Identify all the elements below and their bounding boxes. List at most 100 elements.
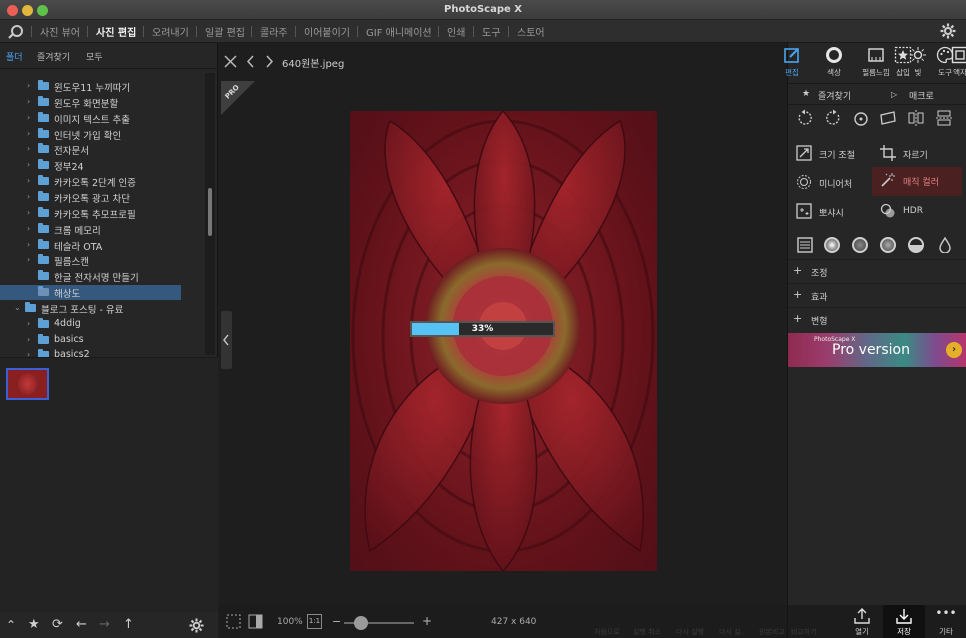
menu-photo-editor[interactable]: 사진 편집 xyxy=(96,24,136,39)
open-button[interactable]: 열기 xyxy=(844,608,880,637)
chevron-right-icon[interactable]: › xyxy=(27,335,30,344)
chevron-right-icon[interactable]: › xyxy=(27,176,30,185)
save-button[interactable]: 저장 xyxy=(886,608,922,637)
tab-film[interactable]: 필름느낌 xyxy=(861,46,891,78)
photoscape-logo-icon[interactable] xyxy=(8,24,24,39)
favorites-button[interactable]: 즐겨찾기 xyxy=(818,89,851,102)
miniature-button[interactable]: 미니어처 xyxy=(788,169,874,195)
macro-button[interactable]: 매크로 xyxy=(909,89,934,102)
chevron-up-icon[interactable]: ⌃ xyxy=(6,618,16,632)
menu-combine[interactable]: 이어붙이기 xyxy=(304,24,350,39)
tree-folder[interactable]: › 윈도우11 누끼따기 xyxy=(0,79,208,94)
marquee-icon[interactable] xyxy=(226,614,241,629)
tab-insert[interactable]: 삽입 xyxy=(888,46,918,78)
section-adjust[interactable]: + 조정 xyxy=(788,259,966,281)
tree-folder[interactable]: › 인터넷 가입 확인 xyxy=(0,127,208,142)
tree-folder[interactable]: › 테슬라 OTA xyxy=(0,238,208,253)
chevron-right-icon[interactable] xyxy=(265,55,274,68)
chevron-right-icon[interactable]: › xyxy=(27,113,30,122)
menu-collage[interactable]: 콜라주 xyxy=(260,24,288,39)
chevron-right-icon[interactable]: › xyxy=(27,81,30,90)
menu-store[interactable]: 스토어 xyxy=(517,24,545,39)
levels-icon[interactable] xyxy=(797,237,813,253)
section-transform[interactable]: + 변형 xyxy=(788,307,966,329)
zoom-slider-knob[interactable] xyxy=(354,616,368,630)
compare-button[interactable]: 비교하기 xyxy=(791,627,817,637)
flip-vertical-icon[interactable] xyxy=(935,109,953,127)
chevron-right-icon[interactable]: › xyxy=(27,144,30,153)
tree-folder[interactable]: › 카카오톡 추모프로필 xyxy=(0,206,208,221)
actual-size-button[interactable]: 1:1 xyxy=(307,614,322,629)
chevron-right-icon[interactable]: › xyxy=(27,255,30,264)
tree-folder[interactable]: › 4ddig xyxy=(0,317,208,332)
contrast-circle-icon[interactable] xyxy=(880,237,896,253)
resize-button[interactable]: 크기 조절 xyxy=(788,140,874,166)
straighten-icon[interactable] xyxy=(879,109,897,127)
menu-gif-animation[interactable]: GIF 애니메이션 xyxy=(366,24,432,39)
rotate-free-icon[interactable] xyxy=(852,109,870,127)
chevron-right-icon[interactable]: › xyxy=(27,208,30,217)
more-button[interactable]: ••• 기타 xyxy=(928,607,964,637)
rotate-left-icon[interactable] xyxy=(796,109,814,127)
original-compare-button[interactable]: 원본비교 xyxy=(759,627,785,637)
chevron-left-icon[interactable] xyxy=(246,55,255,68)
tree-folder[interactable]: 한글 전자서명 만들기 xyxy=(0,269,208,284)
tab-color[interactable]: 색상 xyxy=(819,46,849,78)
bloom-button[interactable]: 뽀샤시 xyxy=(788,198,874,224)
tree-folder[interactable]: › 정부24 xyxy=(0,158,208,173)
photo-canvas[interactable] xyxy=(350,111,657,571)
photo-thumbnail[interactable] xyxy=(6,368,49,400)
redo-again-button[interactable]: 다시 실.. xyxy=(719,627,745,637)
redo-button[interactable]: 다시 실행 xyxy=(676,627,704,637)
tab-edit[interactable]: 편집 xyxy=(777,46,807,78)
tree-folder[interactable]: › 카카오톡 2단계 인증 xyxy=(0,174,208,189)
chevron-right-icon[interactable]: › xyxy=(27,224,30,233)
gear-icon[interactable] xyxy=(940,23,956,39)
tab-favorites[interactable]: 즐겨찾기 xyxy=(37,50,70,63)
undo-button[interactable]: 실행 취소 xyxy=(633,627,661,637)
tree-folder[interactable]: › basics xyxy=(0,333,208,348)
tree-folder[interactable]: › 카카오톡 광고 차단 xyxy=(0,190,208,205)
gear-icon[interactable] xyxy=(189,617,204,633)
flip-horizontal-icon[interactable] xyxy=(907,109,925,127)
pro-version-banner[interactable]: PhotoScape X Pro version › xyxy=(788,333,966,367)
rotate-right-icon[interactable] xyxy=(824,109,842,127)
zoom-level[interactable]: 100% xyxy=(277,617,303,627)
tab-folders[interactable]: 폴더 xyxy=(6,50,23,63)
chevron-right-icon[interactable]: › xyxy=(27,192,30,201)
menu-print[interactable]: 인쇄 xyxy=(447,24,465,39)
tree-folder[interactable]: › 이미지 텍스트 추출 xyxy=(0,111,208,126)
menu-photo-viewer[interactable]: 사진 뷰어 xyxy=(40,24,80,39)
arrow-right-icon[interactable]: → xyxy=(99,617,110,632)
chevron-right-icon[interactable]: › xyxy=(27,97,30,106)
tree-folder[interactable]: › 전자문서 xyxy=(0,142,208,157)
compare-view-icon[interactable] xyxy=(248,614,263,629)
star-icon[interactable]: ★ xyxy=(28,617,40,632)
darken-circle-icon[interactable] xyxy=(852,237,868,253)
hdr-button[interactable]: HDR xyxy=(872,198,964,224)
menu-tools[interactable]: 도구 xyxy=(482,24,500,39)
menu-cut-out[interactable]: 오려내기 xyxy=(152,24,189,39)
chevron-right-icon[interactable]: › xyxy=(27,240,30,249)
drop-icon[interactable] xyxy=(939,237,951,253)
chevron-right-icon[interactable]: › xyxy=(27,319,30,328)
tab-all[interactable]: 모두 xyxy=(86,50,103,63)
zoom-in-button[interactable]: + xyxy=(422,614,432,628)
crop-button[interactable]: 자르기 xyxy=(872,140,964,166)
first-step-button[interactable]: 처음으로 xyxy=(594,627,620,637)
chevron-down-icon[interactable]: ⌄ xyxy=(14,303,21,312)
chevron-right-icon[interactable]: › xyxy=(27,129,30,138)
refresh-icon[interactable]: ⟳ xyxy=(52,617,63,632)
section-effects[interactable]: + 효과 xyxy=(788,283,966,305)
tab-tools[interactable]: 도구 xyxy=(930,46,960,78)
tree-folder[interactable]: › 필름스캔 xyxy=(0,253,208,268)
menu-batch[interactable]: 일괄 편집 xyxy=(205,24,245,39)
arrow-up-icon[interactable]: ↑ xyxy=(123,617,134,632)
brightness-circle-icon[interactable] xyxy=(824,237,840,253)
tree-folder[interactable]: ⌄ 블로그 포스팅 - 유료 xyxy=(0,301,208,316)
zoom-out-button[interactable]: − xyxy=(332,615,341,628)
close-icon[interactable] xyxy=(224,55,237,68)
chevron-right-icon[interactable]: › xyxy=(27,160,30,169)
tree-folder[interactable]: › 윈도우 화면분할 xyxy=(0,95,208,110)
arrow-left-icon[interactable]: ← xyxy=(76,617,87,632)
